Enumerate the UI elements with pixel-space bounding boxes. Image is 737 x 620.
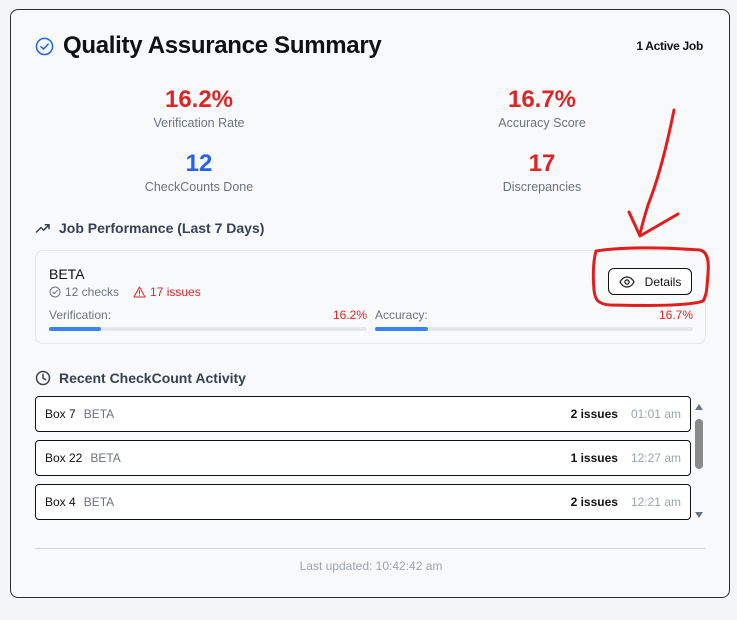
scroll-up-arrow-icon[interactable] [695, 404, 703, 410]
stat-value: 16.2% [164, 86, 234, 113]
job-name: BETA [49, 266, 85, 282]
last-updated: Last updated: 10:42:42 am [299, 559, 443, 573]
job-checks: 12 checks [49, 285, 119, 299]
activity-box: Box 22 [45, 451, 83, 465]
recent-activity-list[interactable]: Box 7 BETA 2 issues 01:01 am Box 22 BETA… [35, 396, 705, 524]
activity-time: 12:21 am [630, 495, 681, 509]
verification-label: Verification: [49, 308, 112, 322]
scroll-down-arrow-icon[interactable] [695, 512, 703, 518]
check-circle-icon [49, 286, 61, 298]
stat-label: Verification Rate [153, 116, 245, 130]
stat-checkcounts-done: 12 CheckCounts Done [79, 150, 319, 194]
stat-value: 16.7% [507, 86, 577, 113]
qa-summary-card: Quality Assurance Summary 1 Active Job 1… [10, 9, 730, 598]
eye-icon [618, 275, 635, 288]
stat-discrepancies: 17 Discrepancies [422, 150, 662, 194]
job-meta: 12 checks 17 issues [49, 285, 201, 299]
details-button[interactable]: Details [608, 268, 692, 295]
list-item[interactable]: Box 7 BETA 2 issues 01:01 am [35, 396, 691, 432]
stat-label: Discrepancies [502, 180, 582, 194]
trending-up-icon [35, 224, 50, 233]
card-header: Quality Assurance Summary [35, 32, 382, 60]
job-issues-text: 17 issues [150, 285, 201, 299]
recent-activity-heading: Recent CheckCount Activity [35, 370, 246, 386]
verification-progress-bar [49, 327, 367, 331]
job-issues: 17 issues [133, 285, 201, 299]
details-button-label: Details [644, 274, 682, 289]
accuracy-progress-bar [375, 327, 693, 331]
verification-progress-fill [49, 327, 101, 331]
activity-issues: 2 issues [570, 407, 618, 421]
accuracy-label: Accuracy: [375, 308, 428, 322]
stat-label: CheckCounts Done [144, 180, 254, 194]
activity-job: BETA [83, 407, 115, 421]
section-title-text: Job Performance (Last 7 Days) [59, 220, 265, 236]
active-job-count: 1 Active Job [636, 39, 703, 53]
section-title-text: Recent CheckCount Activity [59, 370, 246, 386]
job-performance-heading: Job Performance (Last 7 Days) [35, 220, 264, 236]
stat-value: 17 [528, 150, 556, 177]
activity-job: BETA [90, 451, 121, 465]
activity-time: 01:01 am [630, 407, 681, 421]
job-checks-text: 12 checks [65, 285, 120, 299]
check-circle-icon [35, 37, 54, 55]
list-item[interactable]: Box 4 BETA 2 issues 12:21 am [35, 484, 691, 520]
accuracy-metric: Accuracy: 16.7% [375, 308, 693, 331]
accuracy-progress-fill [375, 327, 429, 331]
verification-value: 16.2% [332, 308, 367, 322]
activity-issues: 2 issues [570, 495, 618, 509]
activity-box: Box 7 [45, 407, 76, 421]
list-item[interactable]: Box 22 BETA 1 issues 12:27 am [35, 440, 691, 476]
scrollbar-thumb[interactable] [695, 419, 703, 469]
activity-time: 12:27 am [630, 451, 681, 465]
page-title: Quality Assurance Summary [63, 32, 382, 59]
clock-icon [35, 370, 51, 386]
verification-metric: Verification: 16.2% [49, 308, 367, 331]
activity-box: Box 4 [45, 495, 76, 509]
accuracy-value: 16.7% [658, 308, 693, 322]
stat-verification-rate: 16.2% Verification Rate [79, 86, 319, 130]
activity-issues: 1 issues [570, 451, 618, 465]
activity-job: BETA [83, 495, 115, 509]
stat-value: 12 [185, 150, 213, 177]
activity-scrollbar[interactable] [694, 402, 704, 520]
footer-divider [35, 548, 706, 549]
stat-label: Accuracy Score [498, 116, 586, 130]
job-card: BETA 12 checks 17 issues Details Verific… [35, 250, 706, 344]
alert-triangle-icon [133, 286, 146, 298]
stat-accuracy-score: 16.7% Accuracy Score [422, 86, 662, 130]
